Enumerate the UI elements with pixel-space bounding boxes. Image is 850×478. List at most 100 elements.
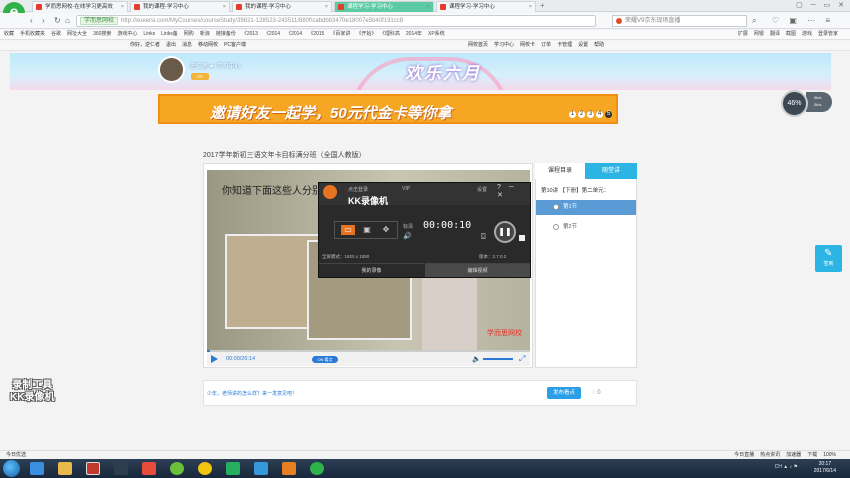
- stop-button[interactable]: [519, 235, 525, 241]
- my-videos-button[interactable]: 我的录像: [319, 263, 424, 277]
- highlights-toggle[interactable]: ON 看点: [312, 356, 338, 363]
- home-icon[interactable]: ⌂: [65, 16, 70, 25]
- bookmark-item[interactable]: 《百家讲: [330, 31, 350, 37]
- bookmark-item[interactable]: 链接备份: [216, 31, 236, 37]
- speed-ball[interactable]: 46%: [781, 90, 808, 117]
- volume-slider[interactable]: [483, 358, 513, 360]
- app-icon[interactable]: [226, 462, 240, 475]
- speaker-icon[interactable]: 🔊: [403, 232, 412, 240]
- app-icon[interactable]: [254, 462, 268, 475]
- promo-page-dot[interactable]: 3: [587, 111, 594, 118]
- clock[interactable]: 20:17 2017/6/14: [814, 461, 836, 475]
- kk-vip-link[interactable]: VIP: [402, 186, 410, 192]
- tab-5[interactable]: 课程学习-学习中心 ×: [436, 1, 536, 12]
- start-button[interactable]: [3, 460, 20, 477]
- bookmark-item[interactable]: 谷歌: [51, 31, 61, 37]
- fullscreen-icon[interactable]: ⤢: [519, 354, 525, 364]
- back-icon[interactable]: ‹: [30, 16, 33, 25]
- topbar-link[interactable]: 消息: [182, 42, 192, 48]
- close-tab-icon[interactable]: ×: [427, 2, 430, 12]
- folder-icon[interactable]: [58, 462, 72, 475]
- address-bar[interactable]: 学而思网校 http://xueersi.com/MyCourses/course…: [76, 15, 596, 27]
- toolbar-item[interactable]: 截图: [786, 31, 796, 37]
- tab-4-active[interactable]: 课程学习-学习中心 ×: [334, 1, 434, 12]
- promo-page-dot[interactable]: 1: [569, 111, 576, 118]
- pause-button[interactable]: ❚❚: [494, 221, 516, 243]
- status-item[interactable]: 100%: [823, 452, 836, 458]
- bookmark-item[interactable]: XP系统: [428, 31, 445, 37]
- promo-banner[interactable]: 邀请好友一起学，50元代金卡等你拿 12345: [158, 94, 618, 124]
- status-item[interactable]: 今日直播: [734, 452, 754, 458]
- bookmark-item[interactable]: Links: [143, 31, 155, 37]
- bookmark-item[interactable]: 《理科高: [382, 31, 400, 37]
- close-tab-icon[interactable]: ×: [223, 2, 226, 12]
- topbar-link[interactable]: 卡管理: [557, 42, 572, 48]
- kk-quality[interactable]: 标清: [403, 223, 413, 230]
- like-count[interactable]: ◌ 0: [592, 390, 601, 396]
- bookmark-item[interactable]: 《2014: [286, 31, 302, 37]
- bookmark-item[interactable]: 手机收藏夹: [20, 31, 45, 37]
- user-center-link[interactable]: 学习中心: [217, 64, 241, 70]
- new-tab-icon[interactable]: +: [540, 1, 545, 10]
- tab-1[interactable]: 学而思网校-在线学习更高效 ×: [32, 1, 128, 12]
- tab-3[interactable]: 我的课程-学习中心 ×: [232, 1, 332, 12]
- app-icon[interactable]: [170, 462, 184, 475]
- window-mode-icon[interactable]: ▣: [360, 225, 374, 235]
- bookmark-item[interactable]: Links备: [161, 31, 178, 37]
- toolbar-item[interactable]: 扩展: [738, 31, 748, 37]
- topbar-link[interactable]: 移动网校: [198, 42, 218, 48]
- browser-task-icon[interactable]: [310, 462, 324, 475]
- forward-icon[interactable]: ›: [42, 16, 45, 25]
- close-tab-icon[interactable]: ×: [529, 2, 532, 12]
- app-icon[interactable]: [114, 462, 128, 475]
- topbar-link[interactable]: 网校卡: [520, 42, 535, 48]
- tab-catalog[interactable]: 课程目录: [535, 163, 585, 179]
- volume-icon[interactable]: 🔈: [472, 355, 481, 363]
- topbar-link[interactable]: 网校首页: [468, 42, 488, 48]
- bookmark-item[interactable]: 收藏: [4, 31, 14, 37]
- toolbar-item[interactable]: 翻译: [770, 31, 780, 37]
- topbar-link[interactable]: 设置: [578, 42, 588, 48]
- kk-settings-link[interactable]: 设置: [477, 186, 487, 193]
- toolbar-item[interactable]: 游戏: [802, 31, 812, 37]
- bookmark-item[interactable]: 网购: [184, 31, 194, 37]
- search-icon[interactable]: ⌕: [752, 16, 756, 26]
- kk-recorder-task-icon[interactable]: [86, 462, 100, 475]
- explorer-icon[interactable]: [30, 462, 44, 475]
- refresh-icon[interactable]: ↻: [54, 16, 61, 25]
- close-tab-icon[interactable]: ×: [121, 2, 124, 12]
- topbar-link[interactable]: 学习中心: [494, 42, 514, 48]
- toolbar-item[interactable]: 登录管家: [818, 31, 838, 37]
- topbar-link[interactable]: 订单: [541, 42, 551, 48]
- comment-input[interactable]: 少年，老师讲的怎么样？来一发意见吧！: [207, 390, 297, 397]
- status-item[interactable]: 下载: [807, 452, 817, 458]
- send-button[interactable]: 发布看点: [547, 387, 581, 399]
- topbar-link[interactable]: 退出: [166, 42, 176, 48]
- status-left[interactable]: 今日优选: [6, 451, 26, 459]
- browser-search-input[interactable]: 荣耀V9京东现场直播: [612, 15, 747, 27]
- status-item[interactable]: 热点资讯: [760, 452, 780, 458]
- signin-button[interactable]: 签到: [815, 245, 842, 272]
- bookmark-item[interactable]: 360搜索: [93, 31, 111, 37]
- promo-page-dot[interactable]: 2: [578, 111, 585, 118]
- bookmark-item[interactable]: 《2015: [308, 31, 324, 37]
- bookmark-item[interactable]: 2014年: [406, 31, 422, 37]
- tab-qa[interactable]: 随堂讲: [585, 163, 637, 179]
- bookmark-item[interactable]: 《开始》: [356, 31, 376, 37]
- close-tab-icon[interactable]: ×: [325, 2, 328, 12]
- edit-video-button[interactable]: 编辑视频: [425, 263, 530, 277]
- bookmark-item[interactable]: 游戏中心: [117, 31, 137, 37]
- status-item[interactable]: 加速器: [786, 452, 801, 458]
- bookmark-item[interactable]: 《2013: [242, 31, 258, 37]
- app-icon[interactable]: [282, 462, 296, 475]
- promo-page-dot[interactable]: 4: [596, 111, 603, 118]
- topbar-link[interactable]: 帮助: [594, 42, 604, 48]
- system-tray[interactable]: CH ▲ ♪ ⚑: [775, 464, 798, 470]
- app-icon[interactable]: [198, 462, 212, 475]
- window-controls[interactable]: ▢ ─ ▭ ✕: [796, 1, 847, 9]
- tab-2[interactable]: 我的课程-学习中心 ×: [130, 1, 230, 12]
- bookmark-item[interactable]: 网址大全: [67, 31, 87, 37]
- bookmark-item[interactable]: 《2014: [264, 31, 280, 37]
- section-item-1[interactable]: 第1节: [536, 200, 636, 215]
- promo-page-dot-active[interactable]: 5: [605, 111, 612, 118]
